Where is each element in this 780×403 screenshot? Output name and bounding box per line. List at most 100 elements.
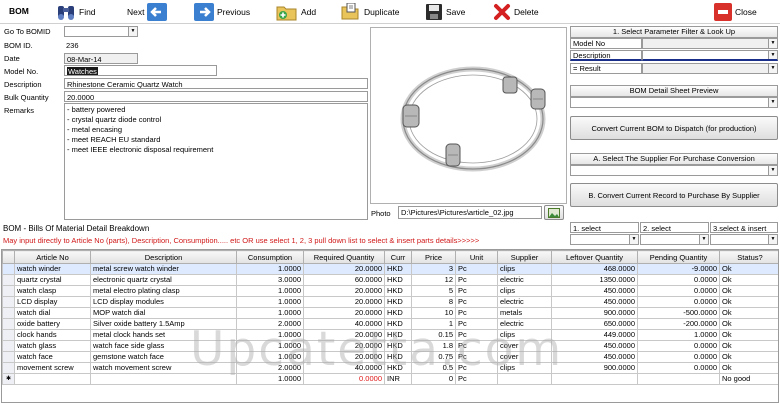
- table-cell[interactable]: Pc: [455, 351, 498, 363]
- column-header[interactable]: Status?: [719, 250, 778, 264]
- table-cell[interactable]: 0.5: [411, 362, 456, 374]
- column-header[interactable]: Curr: [384, 250, 412, 264]
- table-cell[interactable]: 1.0000: [236, 351, 304, 363]
- duplicate-button[interactable]: Duplicate: [339, 2, 399, 22]
- table-cell[interactable]: INR: [384, 373, 412, 385]
- filter-select-model[interactable]: ▼: [642, 38, 778, 49]
- table-cell[interactable]: electric: [497, 318, 552, 330]
- row-selector[interactable]: [2, 296, 15, 308]
- table-cell[interactable]: HKD: [384, 296, 412, 308]
- table-cell[interactable]: 40.0000: [303, 362, 385, 374]
- row-selector[interactable]: [2, 340, 15, 352]
- filter-select-description[interactable]: ▼: [642, 50, 778, 61]
- column-header[interactable]: Consumption: [236, 250, 304, 264]
- table-cell[interactable]: No good: [719, 373, 778, 385]
- table-row[interactable]: watch clasp metal electro plating clasp 1.…: [2, 285, 778, 297]
- table-cell[interactable]: Pc: [455, 296, 498, 308]
- table-cell[interactable]: metal electro plating clasp: [90, 285, 237, 297]
- table-cell[interactable]: 0.0000: [637, 296, 720, 308]
- table-cell[interactable]: LCD display modules: [90, 296, 237, 308]
- convert-to-purchase-button[interactable]: B. Convert Current Record to Purchase By…: [570, 183, 778, 207]
- table-cell[interactable]: 449.0000: [551, 329, 638, 341]
- table-cell[interactable]: 20.0000: [303, 307, 385, 319]
- table-cell[interactable]: 1.8: [411, 340, 456, 352]
- table-cell[interactable]: clips: [497, 329, 552, 341]
- convert-to-dispatch-button[interactable]: Convert Current BOM to Dispatch (for pro…: [570, 116, 778, 140]
- table-cell[interactable]: 1350.0000: [551, 274, 638, 286]
- table-cell[interactable]: Pc: [455, 340, 498, 352]
- row-selector[interactable]: [2, 285, 15, 297]
- add-button[interactable]: Add: [276, 2, 316, 22]
- table-cell[interactable]: 20.0000: [303, 351, 385, 363]
- table-cell[interactable]: oxide battery: [14, 318, 91, 330]
- table-row[interactable]: oxide battery Silver oxide battery 1.5Amp…: [2, 318, 778, 330]
- table-row[interactable]: LCD display LCD display modules 1.0000 20.0…: [2, 296, 778, 308]
- table-cell[interactable]: Ok: [719, 318, 778, 330]
- preview-select[interactable]: ▼: [570, 97, 778, 108]
- table-cell[interactable]: 450.0000: [551, 296, 638, 308]
- table-row[interactable]: quartz crystal electronic quartz crystal 3…: [2, 274, 778, 286]
- table-cell[interactable]: quartz crystal: [14, 274, 91, 286]
- table-cell[interactable]: 20.0000: [303, 340, 385, 352]
- table-cell[interactable]: [14, 373, 91, 385]
- table-cell[interactable]: 10: [411, 307, 456, 319]
- table-cell[interactable]: watch movement screw: [90, 362, 237, 374]
- table-cell[interactable]: 1.0000: [236, 340, 304, 352]
- table-cell[interactable]: Ok: [719, 351, 778, 363]
- table-cell[interactable]: LCD display: [14, 296, 91, 308]
- row-selector[interactable]: [2, 263, 15, 275]
- column-header[interactable]: Leftover Quantity: [551, 250, 638, 264]
- table-cell[interactable]: 3.0000: [236, 274, 304, 286]
- table-cell[interactable]: 2.0000: [236, 362, 304, 374]
- select-1-dropdown[interactable]: ▼: [570, 234, 639, 245]
- next-button[interactable]: Next: [127, 2, 168, 22]
- table-cell[interactable]: 468.0000: [551, 263, 638, 275]
- column-header[interactable]: Price: [411, 250, 456, 264]
- row-selector[interactable]: [2, 362, 15, 374]
- table-cell[interactable]: Silver oxide battery 1.5Amp: [90, 318, 237, 330]
- row-selector[interactable]: [2, 307, 15, 319]
- table-cell[interactable]: 1.0000: [236, 329, 304, 341]
- table-cell[interactable]: metal screw watch winder: [90, 263, 237, 275]
- table-cell[interactable]: Ok: [719, 307, 778, 319]
- table-cell[interactable]: [497, 373, 552, 385]
- table-cell[interactable]: [637, 373, 720, 385]
- table-cell[interactable]: Pc: [455, 307, 498, 319]
- table-row[interactable]: movement screw watch movement screw 2.0000…: [2, 362, 778, 374]
- table-cell[interactable]: 20.0000: [303, 285, 385, 297]
- table-cell[interactable]: HKD: [384, 340, 412, 352]
- table-cell[interactable]: clips: [497, 263, 552, 275]
- table-cell[interactable]: Ok: [719, 274, 778, 286]
- previous-button[interactable]: Previous: [194, 2, 250, 22]
- table-cell[interactable]: 900.0000: [551, 307, 638, 319]
- column-header[interactable]: Unit: [455, 250, 498, 264]
- table-cell[interactable]: 450.0000: [551, 351, 638, 363]
- table-cell[interactable]: watch glass: [14, 340, 91, 352]
- table-cell[interactable]: HKD: [384, 274, 412, 286]
- table-cell[interactable]: HKD: [384, 285, 412, 297]
- supplier-select[interactable]: ▼: [570, 165, 778, 176]
- table-cell[interactable]: watch clasp: [14, 285, 91, 297]
- table-cell[interactable]: 2.0000: [236, 318, 304, 330]
- description-field[interactable]: Rhinestone Ceramic Quartz Watch: [64, 78, 368, 89]
- row-selector[interactable]: [2, 351, 15, 363]
- table-cell[interactable]: 0.75: [411, 351, 456, 363]
- table-cell[interactable]: HKD: [384, 351, 412, 363]
- table-cell[interactable]: Ok: [719, 285, 778, 297]
- table-cell[interactable]: metals: [497, 307, 552, 319]
- table-cell[interactable]: 0.0000: [303, 373, 385, 385]
- table-cell[interactable]: -200.0000: [637, 318, 720, 330]
- table-cell[interactable]: 1.0000: [236, 263, 304, 275]
- table-cell[interactable]: HKD: [384, 362, 412, 374]
- column-header[interactable]: Pending Quantity: [637, 250, 720, 264]
- select-2-dropdown[interactable]: ▼: [640, 234, 709, 245]
- table-cell[interactable]: watch dial: [14, 307, 91, 319]
- row-selector[interactable]: [2, 274, 15, 286]
- table-cell[interactable]: watch face: [14, 351, 91, 363]
- table-cell[interactable]: movement screw: [14, 362, 91, 374]
- delete-button[interactable]: Delete: [493, 2, 539, 22]
- table-cell[interactable]: clips: [497, 285, 552, 297]
- table-cell[interactable]: 1.0000: [236, 307, 304, 319]
- table-cell[interactable]: HKD: [384, 318, 412, 330]
- table-cell[interactable]: Ok: [719, 263, 778, 275]
